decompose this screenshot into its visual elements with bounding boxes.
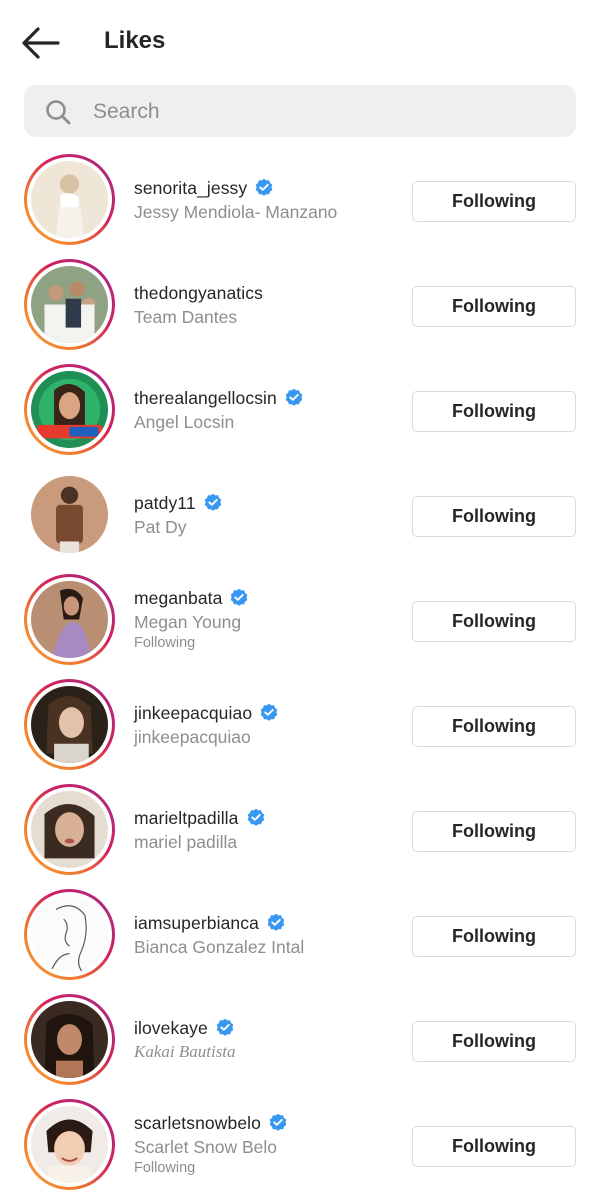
full-name: Angel Locsin [134, 412, 235, 432]
user-info: jinkeepacquiao jinkeepacquiao [134, 701, 279, 750]
username[interactable]: thedongyanatics [134, 283, 263, 304]
verified-badge-icon [267, 913, 285, 931]
user-info: iamsuperbianca Bianca Gonzalez Intal [134, 911, 304, 960]
story-ring[interactable] [24, 784, 115, 875]
full-name: Bianca Gonzalez Intal [134, 937, 305, 957]
avatar [31, 1001, 108, 1078]
verified-badge-icon [231, 588, 248, 606]
following-button[interactable]: Following [412, 916, 576, 957]
following-button[interactable]: Following [412, 496, 576, 537]
list-item[interactable]: scarletsnowbelo Scarlet Snow Belo Follow… [0, 1093, 600, 1198]
avatar [31, 371, 108, 448]
avatar-frame[interactable] [24, 469, 115, 560]
username[interactable]: iamsuperbianca [134, 913, 259, 934]
user-info: scarletsnowbelo Scarlet Snow Belo Follow… [134, 1111, 288, 1176]
avatar [31, 581, 108, 658]
story-ring[interactable] [24, 1099, 115, 1190]
username[interactable]: marieltpadilla [134, 808, 239, 829]
user-info: senorita_jessy Jessy Mendiola- Manzano [134, 176, 337, 225]
username[interactable]: therealangellocsin [134, 388, 277, 409]
story-ring[interactable] [24, 259, 115, 350]
following-button[interactable]: Following [412, 706, 576, 747]
list-item[interactable]: iamsuperbianca Bianca Gonzalez Intal Fol… [0, 883, 600, 988]
user-info: thedongyanatics Team Dantes [134, 281, 263, 330]
list-item[interactable]: therealangellocsin Angel Locsin Followin… [0, 358, 600, 463]
top-bar: Likes [0, 0, 600, 84]
full-name: mariel padilla [134, 832, 238, 852]
following-button[interactable]: Following [412, 391, 576, 432]
full-name: Scarlet Snow Belo [134, 1137, 277, 1157]
list-item[interactable]: patdy11 Pat Dy Following [0, 463, 600, 568]
avatar [31, 1106, 108, 1183]
user-info: marieltpadilla mariel padilla [134, 806, 266, 855]
username[interactable]: ilovekaye [134, 1018, 208, 1039]
username[interactable]: meganbata [134, 588, 222, 609]
list-item[interactable]: senorita_jessy Jessy Mendiola- Manzano F… [0, 148, 600, 253]
verified-badge-icon [204, 493, 221, 511]
story-ring[interactable] [24, 889, 115, 980]
avatar [31, 476, 108, 553]
story-ring[interactable] [24, 154, 115, 245]
follow-status-text: Following [134, 1160, 196, 1176]
verified-badge-icon [255, 178, 273, 196]
search-icon [46, 100, 71, 125]
username[interactable]: patdy11 [134, 493, 196, 514]
following-button[interactable]: Following [412, 811, 576, 852]
following-button[interactable]: Following [412, 1021, 576, 1062]
story-ring[interactable] [24, 574, 115, 665]
username[interactable]: scarletsnowbelo [134, 1113, 261, 1134]
verified-badge-icon [216, 1018, 234, 1036]
user-info: therealangellocsin Angel Locsin [134, 386, 304, 435]
username[interactable]: jinkeepacquiao [134, 703, 252, 724]
arrow-left-icon [22, 27, 60, 59]
username[interactable]: senorita_jessy [134, 178, 247, 199]
search-input[interactable] [93, 99, 553, 125]
full-name: Jessy Mendiola- Manzano [134, 202, 338, 222]
user-info: patdy11 Pat Dy [134, 491, 223, 540]
avatar [31, 266, 108, 343]
story-ring[interactable] [24, 679, 115, 770]
avatar [31, 686, 108, 763]
verified-badge-icon [285, 388, 303, 406]
full-name: Megan Young [134, 612, 242, 632]
verified-badge-icon [247, 808, 264, 826]
following-button[interactable]: Following [412, 181, 576, 222]
story-ring[interactable] [24, 364, 115, 455]
full-name: Team Dantes [134, 307, 238, 327]
full-name: Pat Dy [134, 517, 187, 537]
list-item[interactable]: meganbata Megan Young Following Followin… [0, 568, 600, 673]
back-button[interactable] [20, 24, 62, 62]
avatar [31, 896, 108, 973]
follow-status-text: Following [134, 635, 196, 651]
list-item[interactable]: marieltpadilla mariel padilla Following [0, 778, 600, 883]
following-button[interactable]: Following [412, 1126, 576, 1167]
verified-badge-icon [269, 1113, 287, 1131]
full-name: Kakai Bautista [134, 1042, 236, 1061]
list-item[interactable]: jinkeepacquiao jinkeepacquiao Following [0, 673, 600, 778]
user-info: ilovekaye Kakai Bautista [134, 1016, 236, 1065]
likes-list: senorita_jessy Jessy Mendiola- Manzano F… [0, 148, 600, 1198]
page-title: Likes [104, 27, 166, 54]
story-ring[interactable] [24, 994, 115, 1085]
verified-badge-icon [260, 703, 278, 721]
list-item[interactable]: thedongyanatics Team Dantes Following [0, 253, 600, 358]
following-button[interactable]: Following [412, 601, 576, 642]
avatar [31, 161, 108, 238]
list-item[interactable]: ilovekaye Kakai Bautista Following [0, 988, 600, 1093]
avatar [31, 791, 108, 868]
user-info: meganbata Megan Young Following [134, 586, 249, 651]
full-name: jinkeepacquiao [134, 727, 251, 747]
following-button[interactable]: Following [412, 286, 576, 327]
